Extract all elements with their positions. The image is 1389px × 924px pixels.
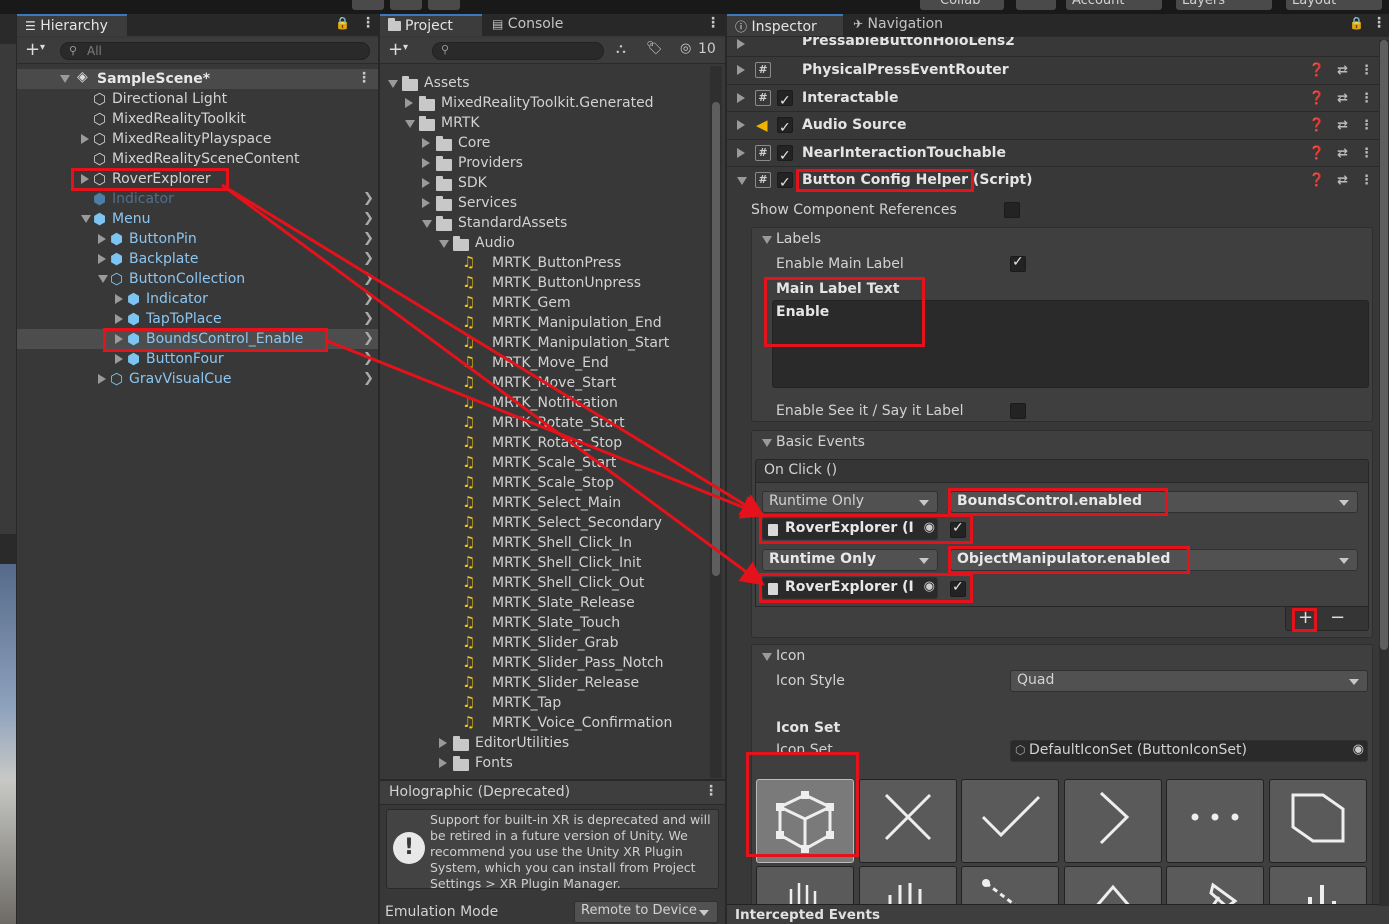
annotation-arrows xyxy=(221,183,766,586)
arrow-rover-to-event1 xyxy=(221,183,766,518)
arrow-rover-to-event2 xyxy=(221,183,765,586)
arrow-bounds-to-event xyxy=(324,338,766,519)
